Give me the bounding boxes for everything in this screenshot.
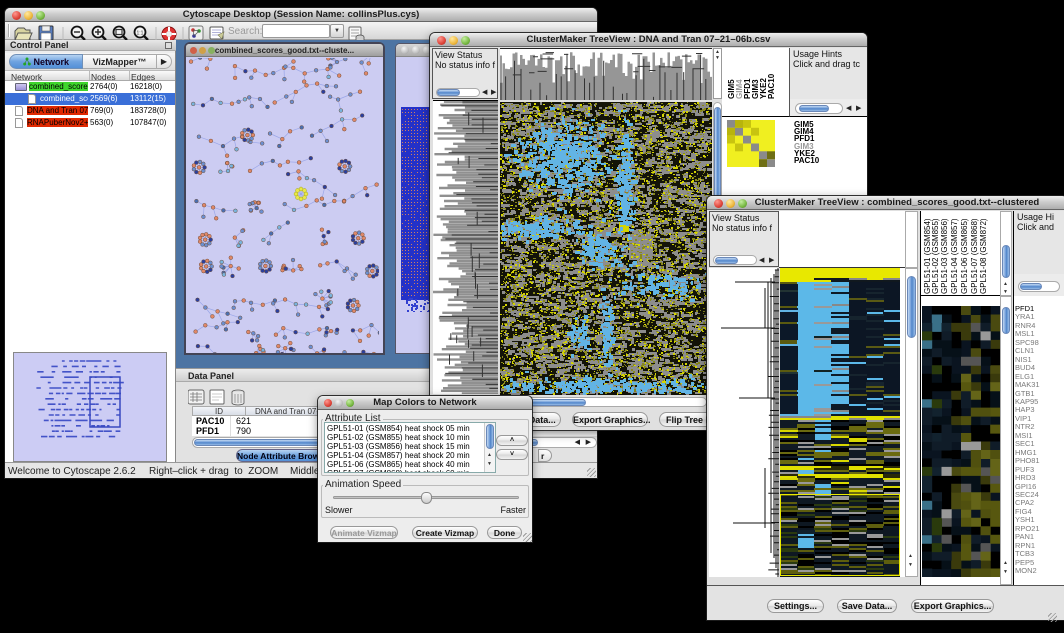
svg-text:1:1: 1:1 [137, 31, 144, 37]
